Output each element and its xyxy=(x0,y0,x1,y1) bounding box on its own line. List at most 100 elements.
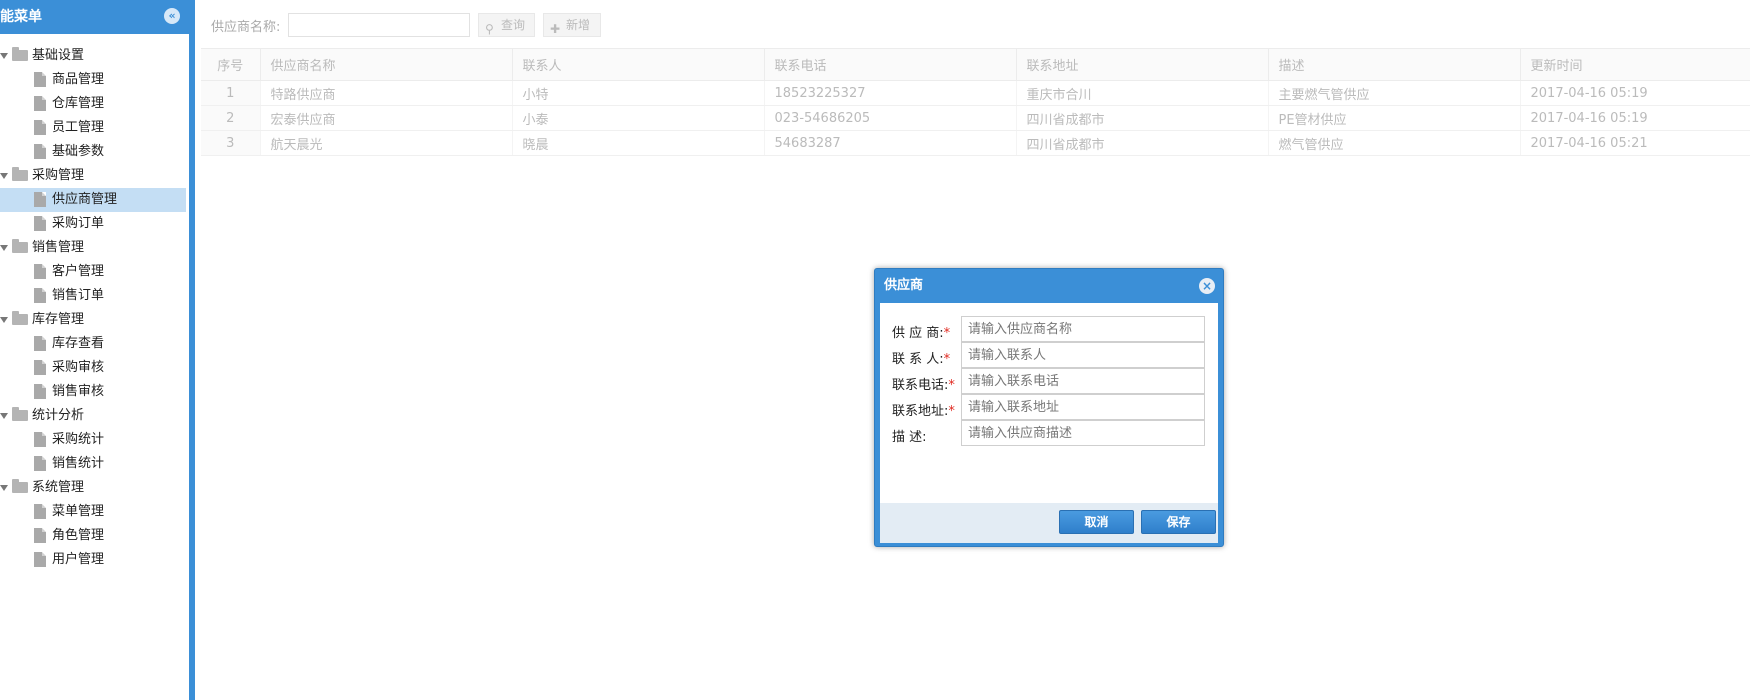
form-row: 描 述: xyxy=(880,420,1218,446)
document-icon xyxy=(34,288,46,303)
menu-item[interactable]: 供应商管理 xyxy=(0,188,186,212)
menu-item-label: 仓库管理 xyxy=(52,96,105,111)
form-field-input[interactable] xyxy=(961,394,1205,420)
menu-item[interactable]: 基础参数 xyxy=(0,140,189,164)
cancel-button[interactable]: 取消 xyxy=(1059,510,1134,534)
menu-group[interactable]: 库存管理 xyxy=(0,308,189,332)
folder-icon xyxy=(12,479,28,493)
document-icon xyxy=(34,456,46,471)
menu-item[interactable]: 销售统计 xyxy=(0,452,189,476)
menu-item[interactable]: 仓库管理 xyxy=(0,92,189,116)
menu-item[interactable]: 采购审核 xyxy=(0,356,189,380)
document-icon xyxy=(34,504,46,519)
column-header[interactable]: 供应商名称 xyxy=(260,48,513,81)
menu-item[interactable]: 销售订单 xyxy=(0,284,189,308)
document-icon xyxy=(34,96,46,111)
column-header[interactable]: 更新时间 xyxy=(1520,48,1750,81)
form-row: 供 应 商:* xyxy=(880,316,1218,342)
table-cell: 四川省成都市 xyxy=(1016,130,1269,156)
document-icon xyxy=(34,120,46,135)
query-button[interactable]: ⚲ 查询 xyxy=(478,13,535,37)
form-field-input[interactable] xyxy=(961,420,1205,446)
dialog-footer: 取消 保存 xyxy=(880,503,1218,543)
menu-group[interactable]: 采购管理 xyxy=(0,164,189,188)
menu-group[interactable]: 统计分析 xyxy=(0,404,189,428)
folder-icon xyxy=(12,167,28,181)
column-header[interactable]: 联系人 xyxy=(512,48,765,81)
column-header[interactable]: 描述 xyxy=(1268,48,1521,81)
document-icon xyxy=(34,264,46,279)
table-cell: 2017-04-16 05:21 xyxy=(1520,130,1750,156)
table-cell: 18523225327 xyxy=(764,80,1017,106)
menu-group-label: 销售管理 xyxy=(32,240,85,255)
menu-item[interactable]: 员工管理 xyxy=(0,116,189,140)
menu-item-label: 销售统计 xyxy=(52,456,105,471)
expand-arrow-icon[interactable] xyxy=(0,173,8,179)
form-field-input[interactable] xyxy=(961,342,1205,368)
query-button-label: 查询 xyxy=(501,18,526,32)
column-header[interactable]: 序号 xyxy=(201,48,261,81)
table-cell: 小特 xyxy=(512,80,765,106)
menu-item[interactable]: 客户管理 xyxy=(0,260,189,284)
menu-group[interactable]: 销售管理 xyxy=(0,236,189,260)
document-icon xyxy=(34,192,46,207)
add-button[interactable]: ✚ 新增 xyxy=(543,13,601,37)
menu-group[interactable]: 系统管理 xyxy=(0,476,189,500)
form-row: 联 系 人:* xyxy=(880,342,1218,368)
toolbar: 供应商名称: ⚲ 查询 ✚ 新增 xyxy=(201,0,1750,48)
table-row[interactable]: 2 宏泰供应商 小泰 023-54686205 四川省成都市 PE管材供应 2017-04-… xyxy=(201,105,1750,131)
expand-arrow-icon[interactable] xyxy=(0,245,8,251)
column-header[interactable]: 联系地址 xyxy=(1016,48,1269,81)
folder-icon xyxy=(12,311,28,325)
sidebar-title: 能菜单 xyxy=(0,9,42,25)
menu-item[interactable]: 用户管理 xyxy=(0,548,189,572)
menu-item[interactable]: 商品管理 xyxy=(0,68,189,92)
table-cell: 重庆市合川 xyxy=(1016,80,1269,106)
table-cell: 航天晨光 xyxy=(260,130,513,156)
chevron-left-icon[interactable]: « xyxy=(164,8,180,24)
menu-group-label: 系统管理 xyxy=(32,480,85,495)
menu-item[interactable]: 库存查看 xyxy=(0,332,189,356)
plus-icon: ✚ xyxy=(550,22,561,36)
menu-item-label: 采购统计 xyxy=(52,432,105,447)
required-mark: * xyxy=(948,378,955,393)
save-button[interactable]: 保存 xyxy=(1141,510,1216,534)
table-header-row: 序号 供应商名称 联系人 联系电话 联系地址 描述 更新时间 xyxy=(201,48,1750,81)
menu-item[interactable]: 角色管理 xyxy=(0,524,189,548)
dialog-title-bar[interactable]: 供应商 × xyxy=(875,269,1223,303)
expand-arrow-icon[interactable] xyxy=(0,485,8,491)
supplier-grid: 序号 供应商名称 联系人 联系电话 联系地址 描述 更新时间 1 特路供应商 小特 1… xyxy=(201,48,1750,156)
document-icon xyxy=(34,336,46,351)
supplier-name-search-input[interactable] xyxy=(288,13,470,37)
table-cell: 特路供应商 xyxy=(260,80,513,106)
menu-group[interactable]: 基础设置 xyxy=(0,44,189,68)
menu-item-label: 采购订单 xyxy=(52,216,105,231)
table-row[interactable]: 3 航天晨光 晓晨 54683287 四川省成都市 燃气管供应 2017-04-16 05:… xyxy=(201,130,1750,156)
folder-icon xyxy=(12,407,28,421)
table-cell: 2 xyxy=(201,105,261,131)
table-cell: 燃气管供应 xyxy=(1268,130,1521,156)
expand-arrow-icon[interactable] xyxy=(0,53,8,59)
form-row: 联系地址:* xyxy=(880,394,1218,420)
form-row: 联系电话:* xyxy=(880,368,1218,394)
menu-item-label: 菜单管理 xyxy=(52,504,105,519)
menu-item-label: 供应商管理 xyxy=(52,192,118,207)
expand-arrow-icon[interactable] xyxy=(0,317,8,323)
table-row[interactable]: 1 特路供应商 小特 18523225327 重庆市合川 主要燃气管供应 2017-04-1… xyxy=(201,80,1750,106)
menu-item-label: 销售订单 xyxy=(52,288,105,303)
menu-item[interactable]: 销售审核 xyxy=(0,380,189,404)
menu-item[interactable]: 菜单管理 xyxy=(0,500,189,524)
supplier-dialog: 供应商 × 供 应 商:* 联 系 人:* 联系电话:* 联系地址:* 描 述: 取消 … xyxy=(874,268,1224,547)
expand-arrow-icon[interactable] xyxy=(0,413,8,419)
sidebar-header: 能菜单 « xyxy=(0,0,189,34)
menu-item[interactable]: 采购统计 xyxy=(0,428,189,452)
required-mark: * xyxy=(943,352,951,367)
search-icon: ⚲ xyxy=(485,22,494,36)
close-icon[interactable]: × xyxy=(1199,278,1215,294)
table-cell: PE管材供应 xyxy=(1268,105,1521,131)
column-header[interactable]: 联系电话 xyxy=(764,48,1017,81)
form-field-input[interactable] xyxy=(961,316,1205,342)
form-field-input[interactable] xyxy=(961,368,1205,394)
menu-item[interactable]: 采购订单 xyxy=(0,212,189,236)
folder-icon xyxy=(12,47,28,61)
